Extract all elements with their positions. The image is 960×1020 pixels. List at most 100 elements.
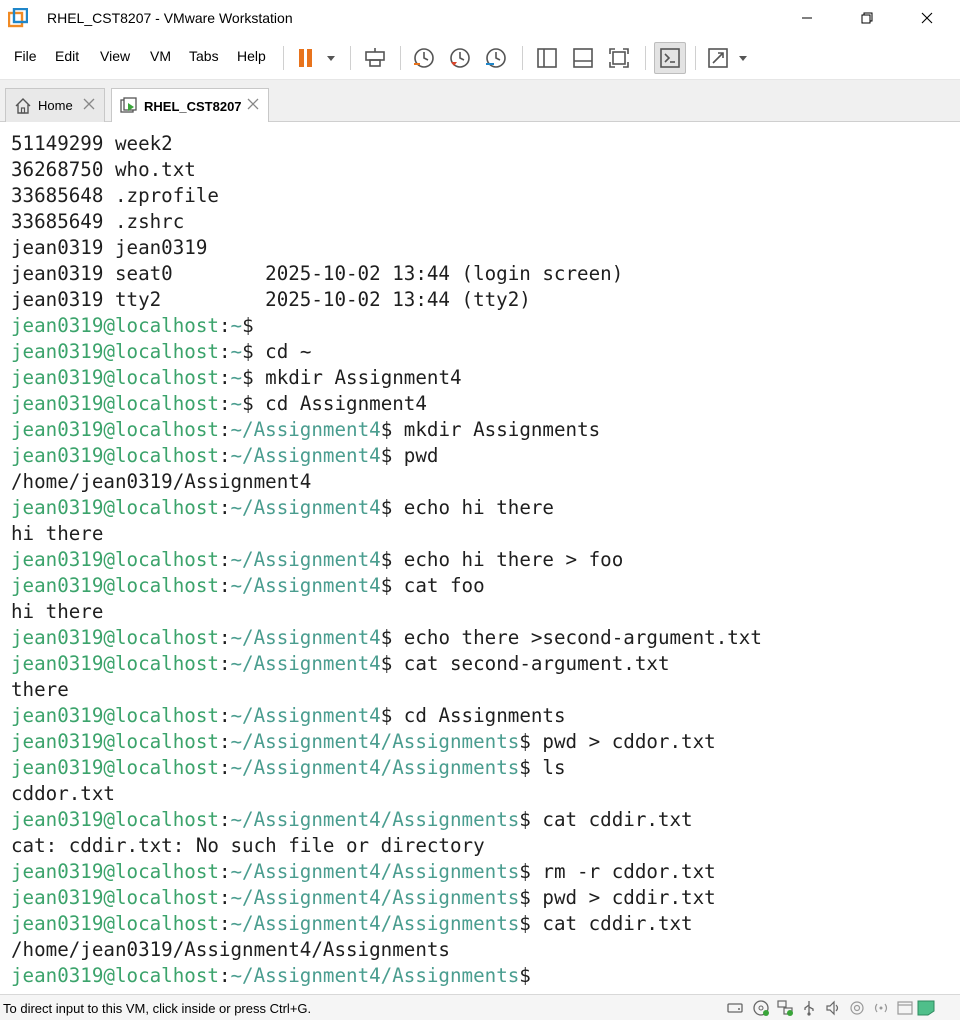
vm-console-terminal[interactable]: 51149299 week2 36268750 who.txt 33685648 .… xyxy=(0,122,960,994)
status-message: To direct input to this VM, click inside… xyxy=(3,1001,312,1016)
prompt-symbol: $ xyxy=(380,418,404,441)
snapshot-icon[interactable] xyxy=(408,42,440,74)
status-bar: To direct input to this VM, click inside… xyxy=(0,994,960,1020)
display-icon[interactable] xyxy=(896,999,914,1017)
terminal-command-line: jean0319@localhost:~/Assignment4/Assignm… xyxy=(11,963,542,989)
sound-card-icon[interactable] xyxy=(824,999,842,1017)
command-text: ls xyxy=(542,756,566,779)
command-text: cd ~ xyxy=(265,340,312,363)
prompt-user: jean0319@localhost xyxy=(11,548,219,571)
prompt-path: ~/Assignment4/Assignments xyxy=(230,886,520,909)
menu-view[interactable]: View xyxy=(100,48,130,64)
prompt-separator: : xyxy=(218,496,231,519)
terminal-output-line: there xyxy=(11,678,69,701)
toolbar-separator xyxy=(522,46,523,70)
terminal-output-line: /home/jean0319/Assignment4 xyxy=(11,470,312,493)
prompt-separator: : xyxy=(218,652,231,675)
prompt-path: ~/Assignment4/Assignments xyxy=(230,912,520,935)
prompt-user: jean0319@localhost xyxy=(11,964,219,987)
show-library-icon[interactable] xyxy=(531,42,563,74)
prompt-user: jean0319@localhost xyxy=(11,314,219,337)
pause-button[interactable] xyxy=(292,42,338,74)
prompt-path: ~/Assignment4 xyxy=(230,652,381,675)
console-view-icon[interactable] xyxy=(654,42,686,74)
prompt-symbol: $ xyxy=(242,314,266,337)
send-ctrl-alt-del-icon[interactable] xyxy=(359,42,391,74)
terminal-command-line: jean0319@localhost:~/Assignment4$ cat se… xyxy=(11,651,670,677)
prompt-user: jean0319@localhost xyxy=(11,444,219,467)
home-icon xyxy=(14,97,32,115)
command-text: pwd > cddir.txt xyxy=(542,886,716,909)
prompt-user: jean0319@localhost xyxy=(11,652,219,675)
stretch-guest-icon[interactable] xyxy=(704,42,750,74)
restore-button[interactable] xyxy=(844,0,890,36)
prompt-user: jean0319@localhost xyxy=(11,626,219,649)
prompt-symbol: $ xyxy=(380,626,404,649)
prompt-user: jean0319@localhost xyxy=(11,574,219,597)
full-screen-icon[interactable] xyxy=(603,42,635,74)
vm-tab-icon xyxy=(120,97,138,115)
terminal-output-line: hi there xyxy=(11,522,104,545)
network-adapter-icon[interactable] xyxy=(776,999,794,1017)
tab-home[interactable]: Home xyxy=(5,88,105,122)
hard-disk-icon[interactable] xyxy=(726,999,744,1017)
revert-snapshot-icon[interactable] xyxy=(444,42,476,74)
snapshot-manager-icon[interactable] xyxy=(480,42,512,74)
terminal-command-line: jean0319@localhost:~/Assignment4$ pwd xyxy=(11,443,438,469)
terminal-command-line: jean0319@localhost:~$ xyxy=(11,313,265,339)
prompt-symbol: $ xyxy=(380,574,404,597)
command-text: cat cddir.txt xyxy=(542,808,693,831)
prompt-path: ~ xyxy=(230,340,243,363)
prompt-symbol: $ xyxy=(242,392,266,415)
minimize-button[interactable] xyxy=(784,0,830,36)
message-log-icon[interactable] xyxy=(916,999,935,1017)
prompt-user: jean0319@localhost xyxy=(11,912,219,935)
prompt-user: jean0319@localhost xyxy=(11,496,219,519)
prompt-separator: : xyxy=(218,886,231,909)
menu-edit[interactable]: Edit xyxy=(55,48,79,64)
command-text: pwd > cddor.txt xyxy=(542,730,716,753)
terminal-command-line: jean0319@localhost:~/Assignment4/Assignm… xyxy=(11,885,716,911)
menu-file[interactable]: File xyxy=(14,48,37,64)
prompt-user: jean0319@localhost xyxy=(11,756,219,779)
usb-icon[interactable] xyxy=(800,999,818,1017)
prompt-separator: : xyxy=(218,366,231,389)
prompt-symbol: $ xyxy=(242,366,266,389)
menu-vm[interactable]: VM xyxy=(150,48,171,64)
prompt-symbol: $ xyxy=(242,340,266,363)
menu-help[interactable]: Help xyxy=(237,48,266,64)
toolbar-separator xyxy=(695,46,696,70)
tab-label: RHEL_CST8207 xyxy=(144,98,242,114)
tab-rhel-cst8207[interactable]: RHEL_CST8207 xyxy=(111,88,269,123)
prompt-path: ~/Assignment4/Assignments xyxy=(230,808,520,831)
terminal-output-line: /home/jean0319/Assignment4/Assignments xyxy=(11,938,450,961)
cd-dvd-icon[interactable] xyxy=(752,999,770,1017)
prompt-user: jean0319@localhost xyxy=(11,886,219,909)
thumbnail-bar-icon[interactable] xyxy=(567,42,599,74)
close-icon[interactable] xyxy=(246,97,260,111)
toolbar-separator xyxy=(400,46,401,70)
toolbar-separator xyxy=(645,46,646,70)
terminal-output-line: jean0319 tty2 2025-10-02 13:44 (tty2) xyxy=(11,288,531,311)
prompt-symbol: $ xyxy=(519,964,543,987)
command-text: pwd xyxy=(403,444,439,467)
prompt-separator: : xyxy=(218,574,231,597)
terminal-command-line: jean0319@localhost:~/Assignment4/Assignm… xyxy=(11,729,716,755)
prompt-user: jean0319@localhost xyxy=(11,860,219,883)
command-text: echo hi there xyxy=(403,496,554,519)
toolbar-separator xyxy=(283,46,284,70)
prompt-symbol: $ xyxy=(380,704,404,727)
command-text: cd Assignment4 xyxy=(265,392,427,415)
command-text: cat second-argument.txt xyxy=(403,652,670,675)
terminal-output-line: cat: cddir.txt: No such file or director… xyxy=(11,834,485,857)
terminal-output-line: jean0319 jean0319 xyxy=(11,236,208,259)
close-button[interactable] xyxy=(904,0,950,36)
prompt-separator: : xyxy=(218,314,231,337)
prompt-separator: : xyxy=(218,808,231,831)
terminal-output-line: 36268750 who.txt xyxy=(11,158,196,181)
wireless-icon[interactable] xyxy=(872,999,890,1017)
printer-icon[interactable] xyxy=(848,999,866,1017)
prompt-symbol: $ xyxy=(380,444,404,467)
close-icon[interactable] xyxy=(82,97,96,111)
menu-tabs[interactable]: Tabs xyxy=(189,48,219,64)
